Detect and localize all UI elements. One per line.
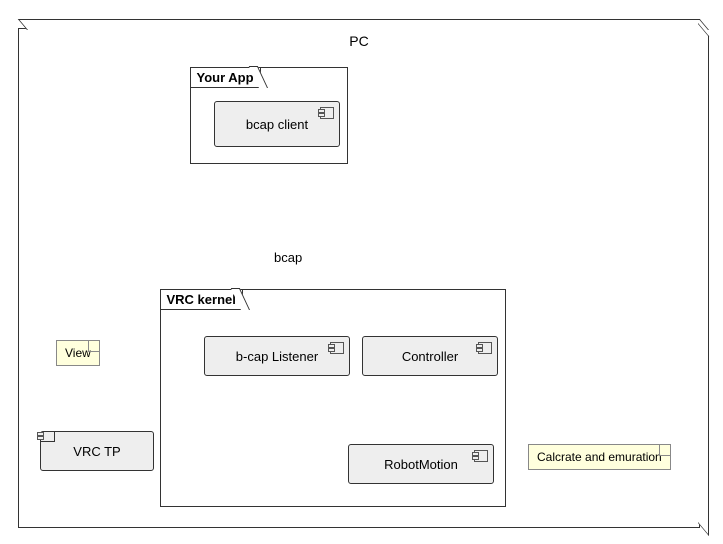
component-label: VRC TP [73, 444, 120, 459]
package-label-your-app: Your App [190, 67, 261, 88]
note-text: View [65, 346, 91, 360]
component-label: b-cap Listener [236, 349, 318, 364]
node-title: PC [349, 33, 368, 49]
component-label: Controller [402, 349, 458, 364]
component-icon [40, 431, 55, 442]
label-bcap: bcap [274, 250, 302, 265]
component-vrc-tp: VRC TP [40, 431, 154, 471]
component-controller: Controller [362, 336, 498, 376]
note-text: Calcrate and emuration [537, 450, 662, 464]
component-icon [478, 342, 492, 354]
component-icon [330, 342, 344, 354]
component-icon [320, 107, 334, 119]
component-bcap-client: bcap client [214, 101, 340, 147]
component-icon [474, 450, 488, 462]
package-label-vrc-kernel: VRC kernel [160, 289, 243, 310]
note-view: View [56, 340, 100, 366]
component-label: bcap client [246, 117, 308, 132]
component-label: RobotMotion [384, 457, 458, 472]
component-bcap-listener: b-cap Listener [204, 336, 350, 376]
note-calc: Calcrate and emuration [528, 444, 671, 470]
component-robotmotion: RobotMotion [348, 444, 494, 484]
